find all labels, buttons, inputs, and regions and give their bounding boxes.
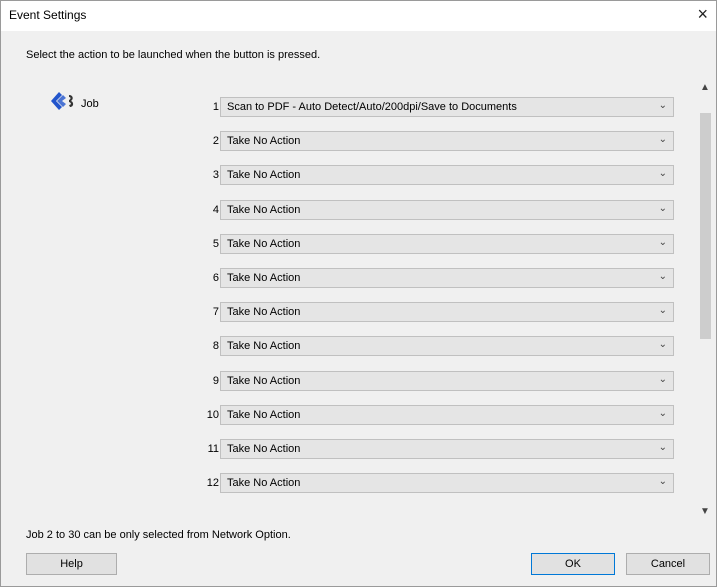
job-number: 8 — [212, 340, 219, 353]
job-action-dropdown[interactable]: Take No Action ⌄ — [220, 370, 674, 391]
scroll-up-arrow-icon[interactable]: ▲ — [696, 79, 714, 97]
job-action-dropdown[interactable]: Take No Action ⌄ — [220, 199, 674, 220]
job-number: 2 — [212, 135, 219, 148]
job-action-value: Take No Action — [227, 340, 301, 353]
job-row: 10 Take No Action ⌄ — [23, 404, 695, 427]
chevron-down-icon: ⌄ — [658, 100, 667, 111]
job-number: 9 — [212, 374, 219, 387]
job-row: 5 Take No Action ⌄ — [23, 233, 695, 256]
job-list-panel: Job 1 Scan to PDF - Auto Detect/Auto/200d… — [23, 79, 695, 521]
job-action-value: Take No Action — [227, 306, 301, 319]
chevron-down-icon: ⌄ — [658, 442, 667, 453]
job-number: 11 — [207, 443, 219, 455]
job-action-value: Take No Action — [227, 169, 301, 182]
job-action-value: Take No Action — [227, 477, 301, 490]
job-action-dropdown[interactable]: Take No Action ⌄ — [220, 404, 674, 425]
job-action-dropdown[interactable]: Take No Action ⌄ — [220, 268, 674, 288]
job-action-dropdown[interactable]: Take No Action ⌄ — [220, 165, 674, 186]
ok-button[interactable]: OK — [531, 553, 615, 575]
job-number: 12 — [206, 477, 219, 490]
job-row: 1 Scan to PDF - Auto Detect/Auto/200dpi/S… — [23, 97, 695, 119]
job-number: 4 — [212, 203, 219, 216]
job-row: 2 Take No Action ⌄ — [23, 131, 695, 153]
job-action-dropdown[interactable]: Take No Action ⌄ — [220, 336, 674, 357]
job-row: 7 Take No Action ⌄ — [23, 302, 695, 324]
cancel-button[interactable]: Cancel — [626, 553, 710, 575]
scroll-down-arrow-icon[interactable]: ▼ — [696, 503, 714, 521]
vertical-scrollbar[interactable]: ▲ ▼ — [696, 79, 714, 521]
chevron-down-icon: ⌄ — [658, 305, 667, 317]
job-action-value: Scan to PDF - Auto Detect/Auto/200dpi/Sa… — [227, 101, 517, 113]
event-settings-dialog: Event Settings × Select the action to be… — [0, 0, 717, 587]
window-title: Event Settings — [9, 8, 87, 22]
network-option-note: Job 2 to 30 can be only selected from Ne… — [26, 529, 291, 541]
job-action-dropdown[interactable]: Scan to PDF - Auto Detect/Auto/200dpi/Sa… — [220, 97, 674, 117]
chevron-down-icon: ⌄ — [658, 134, 667, 146]
job-action-value: Take No Action — [227, 203, 301, 216]
job-action-value: Take No Action — [227, 408, 301, 421]
chevron-down-icon: ⌄ — [658, 271, 667, 282]
job-number: 7 — [212, 306, 219, 319]
chevron-down-icon: ⌄ — [658, 373, 667, 385]
job-action-dropdown[interactable]: Take No Action ⌄ — [220, 131, 674, 152]
job-row: 11 Take No Action ⌄ — [23, 439, 695, 461]
chevron-down-icon: ⌄ — [658, 236, 667, 248]
help-button[interactable]: Help — [26, 553, 117, 575]
job-number: 6 — [212, 272, 219, 284]
job-action-value: Take No Action — [227, 374, 301, 387]
job-action-dropdown[interactable]: Take No Action ⌄ — [220, 233, 674, 254]
chevron-down-icon: ⌄ — [658, 202, 667, 214]
job-action-value: Take No Action — [227, 237, 301, 250]
job-row: 12 Take No Action ⌄ — [23, 473, 695, 495]
job-action-dropdown[interactable]: Take No Action ⌄ — [220, 439, 674, 459]
job-action-dropdown[interactable]: Take No Action ⌄ — [220, 302, 674, 323]
job-number: 5 — [212, 237, 219, 250]
job-row: 4 Take No Action ⌄ — [23, 199, 695, 222]
job-number: 10 — [206, 408, 219, 421]
job-row: 6 Take No Action ⌄ — [23, 268, 695, 290]
chevron-down-icon: ⌄ — [658, 476, 667, 488]
chevron-down-icon: ⌄ — [658, 168, 667, 180]
job-action-value: Take No Action — [227, 135, 301, 148]
job-action-dropdown[interactable]: Take No Action ⌄ — [220, 473, 674, 494]
job-row: 8 Take No Action ⌄ — [23, 336, 695, 358]
job-action-value: Take No Action — [227, 272, 301, 284]
job-action-value: Take No Action — [227, 443, 301, 455]
title-bar: Event Settings × — [1, 1, 716, 31]
job-row: 9 Take No Action ⌄ — [23, 370, 695, 393]
instruction-text: Select the action to be launched when th… — [26, 49, 321, 61]
job-number: 3 — [212, 169, 219, 182]
scrollbar-thumb[interactable] — [700, 113, 711, 339]
chevron-down-icon: ⌄ — [658, 407, 667, 419]
chevron-down-icon: ⌄ — [658, 339, 667, 351]
job-number: 1 — [212, 101, 219, 113]
job-row: 3 Take No Action ⌄ — [23, 165, 695, 187]
close-button[interactable]: × — [697, 5, 708, 23]
